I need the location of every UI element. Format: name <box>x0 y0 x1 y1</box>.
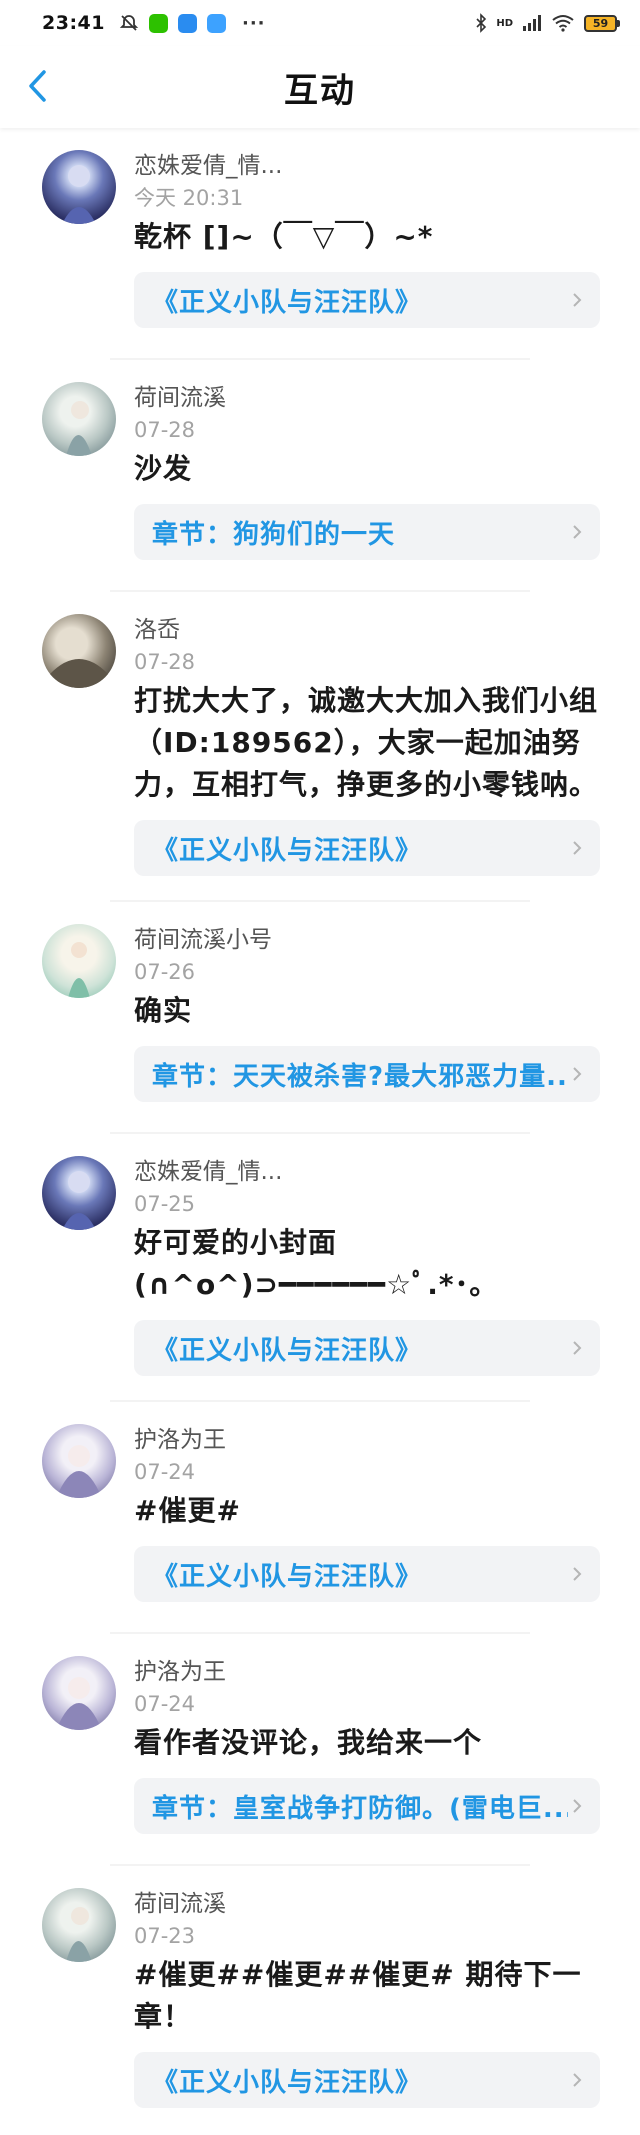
source-link-label: 《正义小队与汪汪队》 <box>152 1561 423 1592</box>
avatar[interactable] <box>42 1424 116 1498</box>
back-button[interactable] <box>18 66 58 106</box>
bluetooth-icon <box>476 13 487 33</box>
comment-date: 07-28 <box>134 650 196 674</box>
signal-icon <box>523 15 541 31</box>
username[interactable]: 洛岙 <box>134 614 600 646</box>
avatar[interactable] <box>42 1156 116 1230</box>
comment-text: #催更# <box>134 1494 241 1527</box>
comment-text: 看作者没评论，我给来一个 <box>134 1726 483 1759</box>
source-link-card[interactable]: 《正义小队与汪汪队》 <box>134 820 600 876</box>
status-bar: 23:41 ··· HD 59 <box>0 0 640 46</box>
source-link-label: 《正义小队与汪汪队》 <box>152 287 423 318</box>
username[interactable]: 护洛为王 <box>134 1424 600 1456</box>
chevron-right-icon <box>573 1341 582 1355</box>
chevron-right-icon <box>573 1799 582 1813</box>
comment-date: 07-28 <box>134 418 196 442</box>
chevron-right-icon <box>573 2073 582 2087</box>
comment-date: 07-24 <box>134 1692 196 1716</box>
comment-text: #催更##催更##催更# 期待下一章！ <box>134 1958 582 2033</box>
avatar[interactable] <box>42 382 116 456</box>
status-left-icons: ··· <box>119 13 266 34</box>
wifi-icon <box>552 15 574 32</box>
battery-icon: 59 <box>584 14 620 32</box>
wechat-icon <box>148 13 168 33</box>
comment-list: 恋姝爱倩_情... 今天 20:31 乾杯 []~（￣▽￣）~* 《正义小队与汪… <box>0 128 640 2135</box>
comment-item: 荷间流溪 07-23 #催更##催更##催更# 期待下一章！ 《正义小队与汪汪队… <box>42 1866 600 2135</box>
source-link-card[interactable]: 《正义小队与汪汪队》 <box>134 1320 600 1376</box>
source-link-label: 章节：皇室战争打防御。(雷电巨... <box>152 1793 568 1824</box>
cloud-icon <box>177 13 197 33</box>
username[interactable]: 护洛为王 <box>134 1656 600 1688</box>
comment-date: 07-24 <box>134 1460 196 1484</box>
source-link-card[interactable]: 《正义小队与汪汪队》 <box>134 2052 600 2108</box>
chevron-right-icon <box>573 525 582 539</box>
comment-date: 07-26 <box>134 960 196 984</box>
app-icon <box>206 13 226 33</box>
source-link-label: 《正义小队与汪汪队》 <box>152 2067 423 2098</box>
source-link-label: 章节：狗狗们的一天 <box>152 519 396 550</box>
source-link-card[interactable]: 章节：天天被杀害?最大邪恶力量... <box>134 1046 600 1102</box>
source-link-label: 《正义小队与汪汪队》 <box>152 835 423 866</box>
source-link-card[interactable]: 章节：狗狗们的一天 <box>134 504 600 560</box>
more-notifications-icon: ··· <box>241 12 266 34</box>
status-time: 23:41 <box>42 12 105 34</box>
chevron-left-icon <box>29 70 46 102</box>
comment-item: 荷间流溪 07-28 沙发 章节：狗狗们的一天 <box>42 360 600 592</box>
username[interactable]: 荷间流溪 <box>134 1888 600 1920</box>
username[interactable]: 荷间流溪 <box>134 382 600 414</box>
battery-level: 59 <box>584 14 617 32</box>
comment-text: 沙发 <box>134 452 193 485</box>
comment-item: 恋姝爱倩_情... 今天 20:31 乾杯 []~（￣▽￣）~* 《正义小队与汪… <box>42 128 600 360</box>
username[interactable]: 恋姝爱倩_情... <box>134 150 600 182</box>
avatar[interactable] <box>42 614 116 688</box>
avatar[interactable] <box>42 150 116 224</box>
comment-text: 打扰大大了，诚邀大大加入我们小组（ID:189562），大家一起加油努力，互相打… <box>134 684 599 801</box>
chevron-right-icon <box>573 293 582 307</box>
mute-icon <box>119 15 139 31</box>
comment-date: 07-23 <box>134 1924 196 1948</box>
avatar[interactable] <box>42 1656 116 1730</box>
source-link-card[interactable]: 《正义小队与汪汪队》 <box>134 272 600 328</box>
comment-item: 洛岙 07-28 打扰大大了，诚邀大大加入我们小组（ID:189562），大家一… <box>42 592 600 902</box>
page-title: 互动 <box>284 70 356 111</box>
chevron-right-icon <box>573 1567 582 1581</box>
source-link-card[interactable]: 章节：皇室战争打防御。(雷电巨... <box>134 1778 600 1834</box>
comment-date: 今天 20:31 <box>134 186 244 210</box>
comment-text: 好可爱的小封面(∩^o^)⊃━━━━━━☆ﾟ.*･｡ <box>134 1226 485 1301</box>
status-right: HD 59 <box>475 13 620 33</box>
source-link-card[interactable]: 《正义小队与汪汪队》 <box>134 1546 600 1602</box>
comment-text: 确实 <box>134 994 193 1027</box>
avatar[interactable] <box>42 924 116 998</box>
nav-header: 互动 <box>0 46 640 128</box>
avatar[interactable] <box>42 1888 116 1962</box>
comment-item: 护洛为王 07-24 看作者没评论，我给来一个 章节：皇室战争打防御。(雷电巨.… <box>42 1634 600 1866</box>
source-link-label: 章节：天天被杀害?最大邪恶力量... <box>152 1061 568 1092</box>
comment-item: 护洛为王 07-24 #催更# 《正义小队与汪汪队》 <box>42 1402 600 1634</box>
comment-date: 07-25 <box>134 1192 196 1216</box>
comment-item: 恋姝爱倩_情... 07-25 好可爱的小封面(∩^o^)⊃━━━━━━☆ﾟ.*… <box>42 1134 600 1402</box>
username[interactable]: 荷间流溪小号 <box>134 924 600 956</box>
comment-item: 荷间流溪小号 07-26 确实 章节：天天被杀害?最大邪恶力量... <box>42 902 600 1134</box>
network-type: HD <box>496 17 513 29</box>
source-link-label: 《正义小队与汪汪队》 <box>152 1335 423 1366</box>
username[interactable]: 恋姝爱倩_情... <box>134 1156 600 1188</box>
chevron-right-icon <box>573 841 582 855</box>
comment-text: 乾杯 []~（￣▽￣）~* <box>134 220 434 253</box>
chevron-right-icon <box>573 1067 582 1081</box>
